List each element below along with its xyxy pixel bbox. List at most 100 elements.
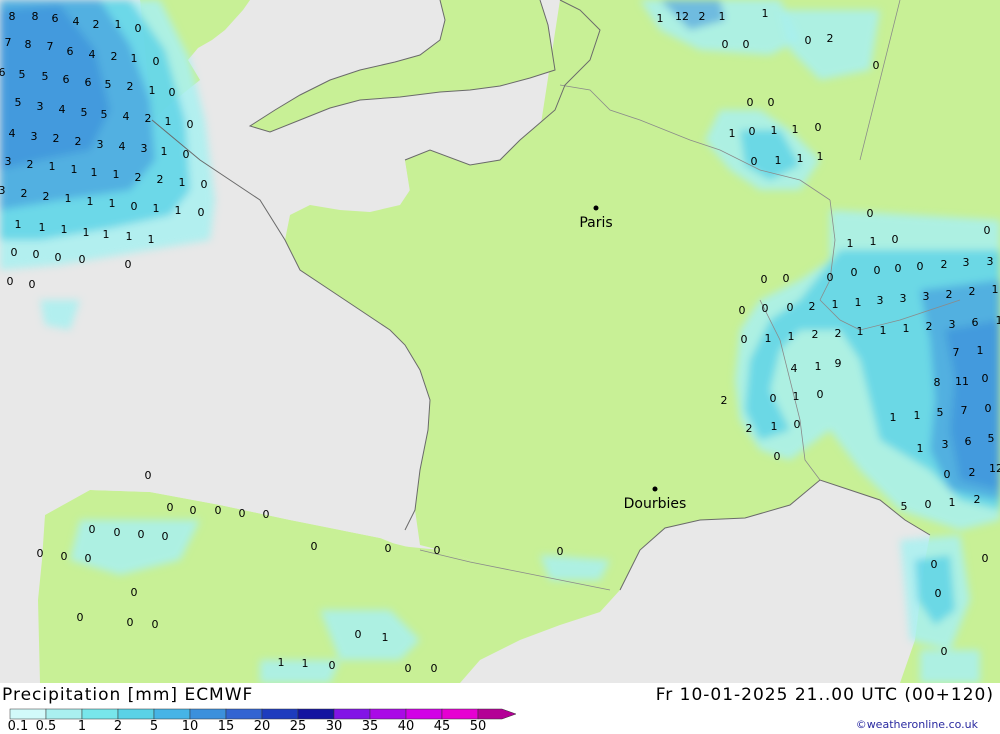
precip-value-label: 2 xyxy=(926,320,933,333)
precip-value-label: 0 xyxy=(145,469,152,482)
precip-value-label: 8 xyxy=(25,38,32,51)
precip-value-label: 0 xyxy=(985,402,992,415)
precip-value-label: 1 xyxy=(113,168,120,181)
precip-value-label: 1 xyxy=(15,218,22,231)
precip-value-label: 1 xyxy=(49,160,56,173)
precip-value-label: 2 xyxy=(135,171,142,184)
precip-value-label: 4 xyxy=(73,15,80,28)
precip-value-label: 1 xyxy=(39,221,46,234)
precip-value-label: 0 xyxy=(138,528,145,541)
precip-value-label: 0 xyxy=(131,200,138,213)
precip-value-label: 3 xyxy=(141,142,148,155)
precip-value-label: 0 xyxy=(183,148,190,161)
precip-value-label: 0 xyxy=(162,530,169,543)
precip-value-label: 0 xyxy=(311,540,318,553)
precip-value-label: 0 xyxy=(135,22,142,35)
precip-value-label: 4 xyxy=(59,103,66,116)
precip-value-label: 0 xyxy=(190,504,197,517)
precip-value-label: 5 xyxy=(901,500,908,513)
precip-value-label: 1 xyxy=(857,325,864,338)
precip-value-label: 0 xyxy=(817,388,824,401)
precip-value-label: 1 xyxy=(87,195,94,208)
precip-value-label: 2 xyxy=(835,327,842,340)
precip-value-label: 8 xyxy=(32,10,39,23)
legend-swatch xyxy=(478,709,516,719)
precip-value-label: 0 xyxy=(827,271,834,284)
precip-value-label: 1 xyxy=(977,344,984,357)
precip-value-label: 1 xyxy=(165,115,172,128)
precip-value-label: 2 xyxy=(27,158,34,171)
precip-value-label: 3 xyxy=(942,438,949,451)
precip-value-label: 11 xyxy=(955,375,969,388)
precip-value-label: 0 xyxy=(739,304,746,317)
precip-value-label: 7 xyxy=(953,346,960,359)
weather-map: Paris Dourbies 8864210787642106556652105… xyxy=(0,0,1000,683)
precip-value-label: 1 xyxy=(71,163,78,176)
precip-value-label: 0 xyxy=(892,233,899,246)
precip-value-label: 5 xyxy=(105,78,112,91)
precip-value-label: 0 xyxy=(11,246,18,259)
precip-value-label: 3 xyxy=(900,292,907,305)
precip-value-label: 3 xyxy=(963,256,970,269)
precip-value-label: 2 xyxy=(969,285,976,298)
city-label-paris: Paris xyxy=(579,215,612,231)
precip-value-label: 1 xyxy=(815,360,822,373)
precip-value-label: 1 xyxy=(797,152,804,165)
precip-value-label: 0 xyxy=(851,266,858,279)
precip-value-label: 5 xyxy=(19,68,26,81)
precip-value-label: 2 xyxy=(75,135,82,148)
precip-value-label: 1 xyxy=(793,390,800,403)
precip-value-label: 3 xyxy=(0,184,6,197)
precip-value-label: 5 xyxy=(15,96,22,109)
precip-value-label: 1 xyxy=(855,296,862,309)
map-canvas: Paris Dourbies 8864210787642106556652105… xyxy=(0,0,1000,683)
precip-value-label: 1 xyxy=(788,330,795,343)
precip-value-label: 1 xyxy=(880,324,887,337)
precip-value-label: 7 xyxy=(47,40,54,53)
precip-value-label: 1 xyxy=(153,202,160,215)
precip-value-label: 2 xyxy=(969,466,976,479)
precip-value-label: 1 xyxy=(302,657,309,670)
precip-value-label: 2 xyxy=(974,493,981,506)
precip-value-label: 1 xyxy=(992,283,999,296)
precip-value-label: 1 xyxy=(382,631,389,644)
precip-value-label: 0 xyxy=(787,301,794,314)
precip-value-label: 5 xyxy=(101,108,108,121)
precip-value-label: 0 xyxy=(263,508,270,521)
legend-label: 0.5 xyxy=(36,719,57,734)
precip-value-label: 2 xyxy=(21,187,28,200)
precip-value-label: 4 xyxy=(791,362,798,375)
precip-value-label: 5 xyxy=(937,406,944,419)
precip-value-label: 0 xyxy=(187,118,194,131)
precip-value-label: 0 xyxy=(127,616,134,629)
precip-value-label: 1 xyxy=(278,656,285,669)
precip-value-label: 2 xyxy=(43,190,50,203)
precip-value-label: 0 xyxy=(982,372,989,385)
precip-value-label: 1 xyxy=(949,496,956,509)
precip-value-label: 2 xyxy=(941,258,948,271)
precip-value-label: 1 xyxy=(61,223,68,236)
precip-value-label: 3 xyxy=(923,290,930,303)
precip-value-label: 0 xyxy=(385,542,392,555)
precip-value-label: 6 xyxy=(972,316,979,329)
precip-value-label: 0 xyxy=(167,501,174,514)
precip-value-label: 0 xyxy=(153,55,160,68)
precip-value-label: 0 xyxy=(114,526,121,539)
credit-link[interactable]: ©weatheronline.co.uk xyxy=(856,718,978,731)
precip-value-label: 1 xyxy=(109,197,116,210)
precip-value-label: 0 xyxy=(925,498,932,511)
precip-value-label: 2 xyxy=(946,288,953,301)
precip-value-label: 0 xyxy=(37,547,44,560)
precip-value-label: 0 xyxy=(29,278,36,291)
precip-value-label: 0 xyxy=(152,618,159,631)
precip-value-label: 0 xyxy=(329,659,336,672)
forecast-datetime: Fr 10-01-2025 21..00 UTC (00+120) xyxy=(656,685,994,705)
precip-value-label: 1 xyxy=(771,420,778,433)
precip-value-label: 0 xyxy=(931,558,938,571)
precip-value-label: 9 xyxy=(835,357,842,370)
legend-label: 25 xyxy=(290,719,307,734)
precip-value-label: 0 xyxy=(867,207,874,220)
precip-value-label: 1 xyxy=(729,127,736,140)
legend-swatch xyxy=(46,709,82,719)
precip-value-label: 3 xyxy=(97,138,104,151)
